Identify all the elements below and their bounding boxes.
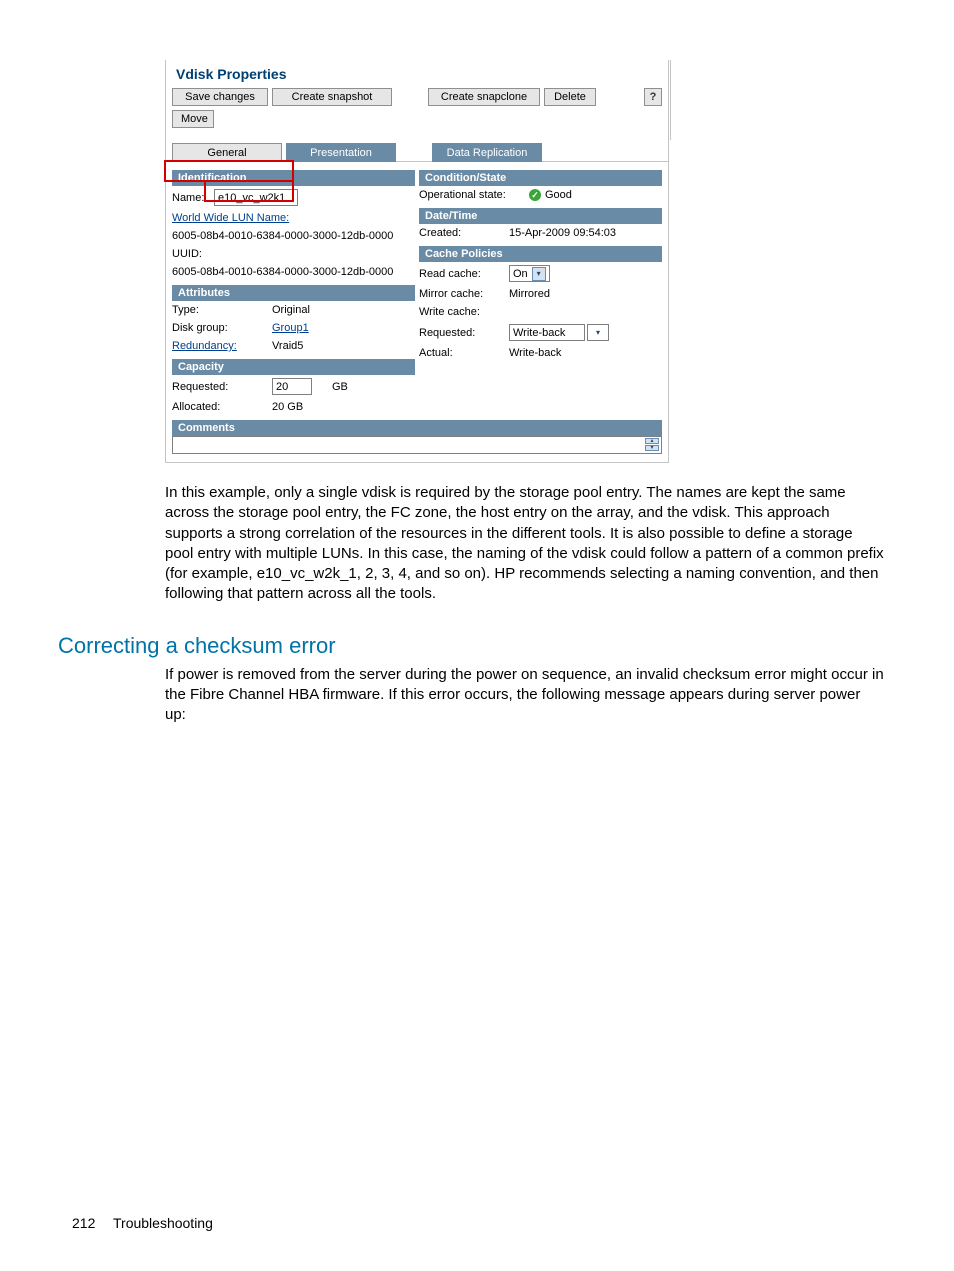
save-button[interactable]: Save changes (172, 88, 268, 106)
chevron-down-icon: ▾ (591, 326, 605, 340)
writecache-label: Write cache: (419, 306, 480, 318)
attributes-header: Attributes (172, 285, 415, 301)
type-value: Original (272, 304, 310, 316)
uuid-value: 6005-08b4-0010-6384-0000-3000-12db-0000 (172, 266, 393, 278)
created-value: 15-Apr-2009 09:54:03 (509, 227, 616, 239)
wwlun-label[interactable]: World Wide LUN Name: (172, 212, 289, 224)
writecache-req-label: Requested: (419, 327, 509, 339)
comments-header: Comments (172, 420, 662, 436)
datetime-header: Date/Time (419, 208, 662, 224)
identification-header: Identification (172, 170, 415, 186)
tab-presentation[interactable]: Presentation (286, 143, 396, 162)
help-button[interactable]: ? (644, 88, 662, 106)
body-paragraph-1: In this example, only a single vdisk is … (165, 483, 884, 605)
body-paragraph-2: If power is removed from the server duri… (165, 665, 884, 726)
create-snapclone-button[interactable]: Create snapclone (428, 88, 540, 106)
capacity-requested-input[interactable] (272, 378, 312, 395)
panel-title: Vdisk Properties (166, 60, 668, 88)
spinner-down-icon[interactable]: ▾ (645, 445, 659, 451)
writecache-req-value: Write-back (513, 327, 581, 339)
redundancy-label[interactable]: Redundancy: (172, 340, 272, 352)
redundancy-value: Vraid5 (272, 340, 303, 352)
tab-row: General Presentation Data Replication (166, 134, 668, 162)
mirrorcache-label: Mirror cache: (419, 288, 509, 300)
wwlun-value: 6005-08b4-0010-6384-0000-3000-12db-0000 (172, 230, 393, 242)
spinner-control[interactable]: ▴ ▾ (645, 438, 659, 451)
create-snapshot-button[interactable]: Create snapshot (272, 88, 392, 106)
readcache-value: On (513, 268, 528, 280)
readcache-label: Read cache: (419, 268, 509, 280)
move-button[interactable]: Move (172, 110, 214, 128)
capacity-requested-label: Requested: (172, 381, 272, 393)
divider (670, 60, 671, 140)
spinner-up-icon[interactable]: ▴ (645, 438, 659, 444)
delete-button[interactable]: Delete (544, 88, 596, 106)
name-label: Name: (172, 192, 214, 204)
opstate-label: Operational state: (419, 189, 529, 201)
writecache-actual-label: Actual: (419, 347, 509, 359)
mirrorcache-value: Mirrored (509, 288, 550, 300)
right-column: Condition/State Operational state: ✓ Goo… (419, 170, 662, 416)
diskgroup-label: Disk group: (172, 322, 272, 334)
page-footer: 212 Troubleshooting (72, 1215, 213, 1231)
capacity-header: Capacity (172, 359, 415, 375)
capacity-allocated-label: Allocated: (172, 401, 272, 413)
opstate-value: Good (545, 189, 572, 201)
vdisk-properties-panel: Vdisk Properties Save changes Create sna… (165, 60, 669, 463)
check-icon: ✓ (529, 189, 541, 201)
tab-data-replication[interactable]: Data Replication (432, 143, 542, 162)
page-number: 212 (72, 1215, 95, 1231)
diskgroup-value[interactable]: Group1 (272, 322, 309, 334)
uuid-label: UUID: (172, 248, 202, 260)
footer-title: Troubleshooting (113, 1215, 213, 1231)
type-label: Type: (172, 304, 272, 316)
writecache-req-select[interactable]: Write-back (509, 324, 585, 341)
condition-header: Condition/State (419, 170, 662, 186)
capacity-allocated-value: 20 GB (272, 401, 303, 413)
cache-header: Cache Policies (419, 246, 662, 262)
readcache-select[interactable]: On ▾ (509, 265, 550, 282)
chevron-down-icon: ▾ (532, 267, 546, 281)
writecache-actual-value: Write-back (509, 347, 561, 359)
tab-general[interactable]: General (172, 143, 282, 162)
created-label: Created: (419, 227, 509, 239)
capacity-unit: GB (332, 381, 348, 393)
comments-input[interactable]: ▴ ▾ (172, 436, 662, 454)
toolbar: Save changes Create snapshot Create snap… (166, 88, 668, 106)
name-input[interactable] (214, 189, 298, 206)
writecache-req-dropdown[interactable]: ▾ (587, 324, 609, 341)
section-heading: Correcting a checksum error (58, 633, 914, 659)
left-column: Identification Name: World Wide LUN Name… (172, 170, 415, 416)
